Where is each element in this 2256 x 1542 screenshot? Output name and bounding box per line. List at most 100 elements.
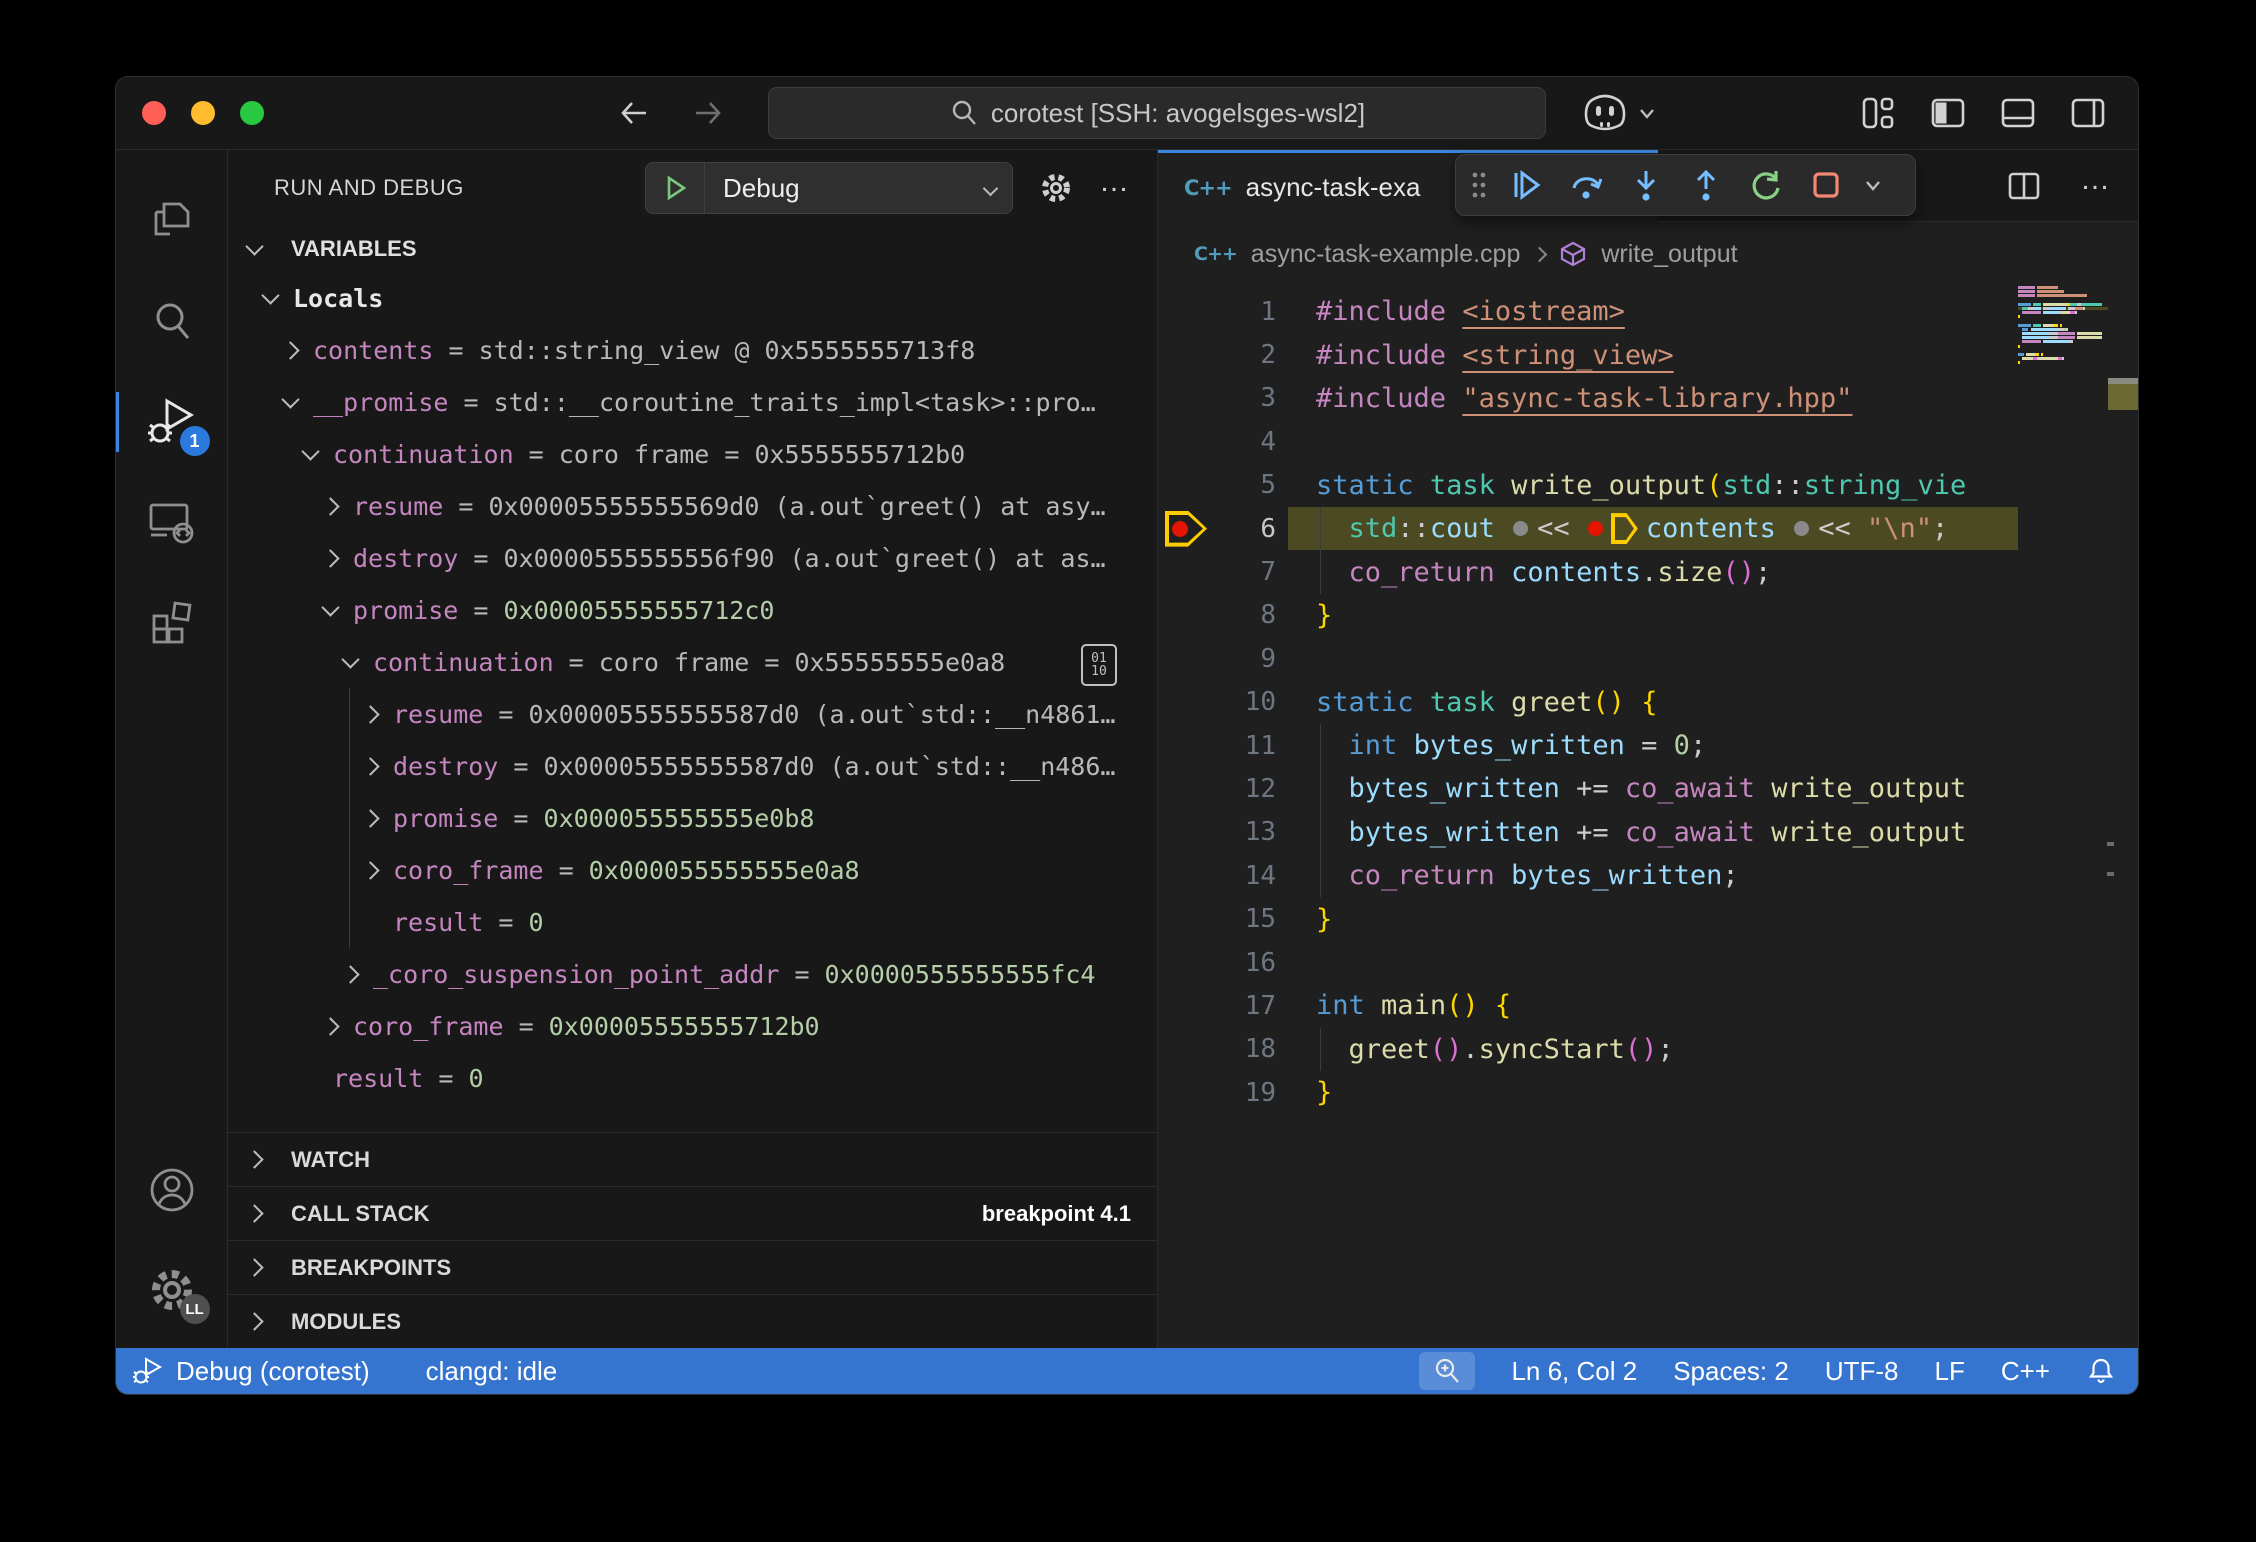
chevron-icon[interactable] bbox=[321, 598, 339, 616]
code-line-14[interactable]: 14 co_return bytes_written; bbox=[1158, 854, 2138, 897]
sidebar-item-run-and-debug[interactable]: 1 bbox=[116, 372, 228, 472]
toolbar-drag-handle[interactable] bbox=[1466, 159, 1492, 211]
chevron-icon[interactable] bbox=[361, 861, 379, 879]
variable-row[interactable]: Locals bbox=[228, 272, 1157, 324]
variable-row[interactable]: __promise = std::__coroutine_traits_impl… bbox=[228, 376, 1157, 428]
toggle-panel-icon[interactable] bbox=[1998, 93, 2038, 133]
breadcrumb-file[interactable]: async-task-example.cpp bbox=[1251, 240, 1521, 269]
inline-breakpoint-icon[interactable] bbox=[1588, 521, 1603, 536]
restart-icon[interactable] bbox=[1740, 159, 1792, 211]
chevron-icon[interactable] bbox=[361, 809, 379, 827]
current-position-marker-icon[interactable] bbox=[1611, 513, 1638, 544]
step-over-icon[interactable] bbox=[1560, 159, 1612, 211]
forward-icon[interactable] bbox=[688, 93, 728, 133]
variable-row[interactable]: destroy = 0x0000555555556f90 (a.out`gree… bbox=[228, 532, 1157, 584]
language-mode[interactable]: C++ bbox=[2001, 1356, 2050, 1387]
code-line-12[interactable]: 12 bytes_written += co_await write_outpu… bbox=[1158, 767, 2138, 810]
variable-row[interactable]: coro_frame = 0x00005555555712b0 bbox=[228, 1000, 1157, 1052]
sidebar-item-remote-explorer[interactable] bbox=[116, 472, 228, 572]
toggle-primary-sidebar-icon[interactable] bbox=[1928, 93, 1968, 133]
code-line-7[interactable]: 7 co_return contents.size(); bbox=[1158, 550, 2138, 593]
code-line-4[interactable]: 4 bbox=[1158, 420, 2138, 463]
variable-row[interactable]: coro_frame = 0x000055555555e0a8 bbox=[228, 844, 1157, 896]
variable-row[interactable]: result = 0 bbox=[228, 1052, 1157, 1104]
code-line-15[interactable]: 15} bbox=[1158, 897, 2138, 940]
code-line-13[interactable]: 13 bytes_written += co_await write_outpu… bbox=[1158, 811, 2138, 854]
start-debug-icon[interactable] bbox=[646, 163, 705, 213]
section-watch[interactable]: WATCH bbox=[228, 1132, 1157, 1186]
more-actions-icon[interactable] bbox=[2080, 169, 2112, 203]
inline-breakpoint-candidate-icon[interactable] bbox=[1513, 521, 1528, 536]
code-line-16[interactable]: 16 bbox=[1158, 941, 2138, 984]
accounts-button[interactable] bbox=[116, 1140, 228, 1240]
chevron-icon[interactable] bbox=[341, 650, 359, 668]
chevron-down-icon[interactable] bbox=[1860, 159, 1886, 211]
section-breakpoints[interactable]: BREAKPOINTS bbox=[228, 1240, 1157, 1294]
breakpoint-gutter[interactable] bbox=[1158, 511, 1214, 547]
minimize-button[interactable] bbox=[191, 101, 215, 125]
code-line-2[interactable]: 2#include <string_view> bbox=[1158, 333, 2138, 376]
code-line-6[interactable]: 6 std::cout << contents << "\n"; bbox=[1158, 507, 2138, 550]
copilot-menu[interactable] bbox=[1582, 92, 1658, 134]
customize-layout-icon[interactable] bbox=[1858, 93, 1898, 133]
step-out-icon[interactable] bbox=[1680, 159, 1732, 211]
chevron-icon[interactable] bbox=[341, 965, 359, 983]
binary-view-icon[interactable] bbox=[1081, 644, 1117, 686]
sidebar-item-extensions[interactable] bbox=[116, 572, 228, 672]
inline-breakpoint-candidate-icon[interactable] bbox=[1794, 521, 1809, 536]
variable-row[interactable]: contents = std::string_view @ 0x55555557… bbox=[228, 324, 1157, 376]
zoom-indicator[interactable] bbox=[1419, 1352, 1475, 1390]
code-line-19[interactable]: 19} bbox=[1158, 1071, 2138, 1114]
command-center[interactable]: corotest [SSH: avogelsges-wsl2] bbox=[768, 87, 1546, 139]
minimap[interactable] bbox=[2018, 286, 2108, 1348]
code-editor[interactable]: 1#include <iostream>2#include <string_vi… bbox=[1158, 286, 2138, 1348]
clangd-status[interactable]: clangd: idle bbox=[426, 1356, 558, 1387]
variable-row[interactable]: _coro_suspension_point_addr = 0x00005555… bbox=[228, 948, 1157, 1000]
cursor-position[interactable]: Ln 6, Col 2 bbox=[1511, 1356, 1637, 1387]
debug-status-label[interactable]: Debug (corotest) bbox=[176, 1356, 370, 1387]
variable-row[interactable]: resume = 0x00005555555587d0 (a.out`std::… bbox=[228, 688, 1157, 740]
code-line-1[interactable]: 1#include <iostream> bbox=[1158, 290, 2138, 333]
chevron-icon[interactable] bbox=[261, 286, 279, 304]
encoding[interactable]: UTF-8 bbox=[1825, 1356, 1899, 1387]
chevron-icon[interactable] bbox=[321, 549, 339, 567]
chevron-icon[interactable] bbox=[321, 1017, 339, 1035]
debug-settings-gear-icon[interactable] bbox=[1037, 169, 1075, 207]
indentation[interactable]: Spaces: 2 bbox=[1673, 1356, 1789, 1387]
variable-row[interactable]: destroy = 0x00005555555587d0 (a.out`std:… bbox=[228, 740, 1157, 792]
settings-button[interactable]: LL bbox=[116, 1240, 228, 1340]
eol[interactable]: LF bbox=[1935, 1356, 1965, 1387]
sidebar-item-explorer[interactable] bbox=[116, 172, 228, 272]
toggle-secondary-sidebar-icon[interactable] bbox=[2068, 93, 2108, 133]
more-actions-icon[interactable] bbox=[1099, 171, 1131, 205]
variable-row[interactable]: continuation = coro frame = 0x55555555e0… bbox=[228, 636, 1157, 688]
chevron-icon[interactable] bbox=[281, 341, 299, 359]
current-frame-breakpoint-icon[interactable] bbox=[1165, 511, 1207, 547]
code-line-17[interactable]: 17int main() { bbox=[1158, 984, 2138, 1027]
sidebar-item-search[interactable] bbox=[116, 272, 228, 372]
chevron-icon[interactable] bbox=[321, 497, 339, 515]
variables-section-header[interactable]: VARIABLES bbox=[228, 226, 1157, 272]
notifications-bell-icon[interactable] bbox=[2086, 1356, 2116, 1386]
chevron-icon[interactable] bbox=[361, 705, 379, 723]
stop-icon[interactable] bbox=[1800, 159, 1852, 211]
variable-row[interactable]: result = 0 bbox=[228, 896, 1157, 948]
section-call-stack[interactable]: CALL STACKbreakpoint 4.1 bbox=[228, 1186, 1157, 1240]
split-editor-icon[interactable] bbox=[2004, 166, 2044, 206]
section-modules[interactable]: MODULES bbox=[228, 1294, 1157, 1348]
chevron-icon[interactable] bbox=[361, 757, 379, 775]
code-line-5[interactable]: 5static task write_output(std::string_vi… bbox=[1158, 464, 2138, 507]
variable-row[interactable]: resume = 0x00005555555569d0 (a.out`greet… bbox=[228, 480, 1157, 532]
code-line-10[interactable]: 10static task greet() { bbox=[1158, 681, 2138, 724]
chevron-icon[interactable] bbox=[281, 390, 299, 408]
close-button[interactable] bbox=[142, 101, 166, 125]
code-line-8[interactable]: 8} bbox=[1158, 594, 2138, 637]
chevron-icon[interactable] bbox=[301, 442, 319, 460]
variable-row[interactable]: promise = 0x000055555555e0b8 bbox=[228, 792, 1157, 844]
code-line-18[interactable]: 18 greet().syncStart(); bbox=[1158, 1028, 2138, 1071]
code-line-11[interactable]: 11 int bytes_written = 0; bbox=[1158, 724, 2138, 767]
code-line-3[interactable]: 3#include "async-task-library.hpp" bbox=[1158, 377, 2138, 420]
continue-icon[interactable] bbox=[1500, 159, 1552, 211]
back-icon[interactable] bbox=[614, 93, 654, 133]
maximize-button[interactable] bbox=[240, 101, 264, 125]
